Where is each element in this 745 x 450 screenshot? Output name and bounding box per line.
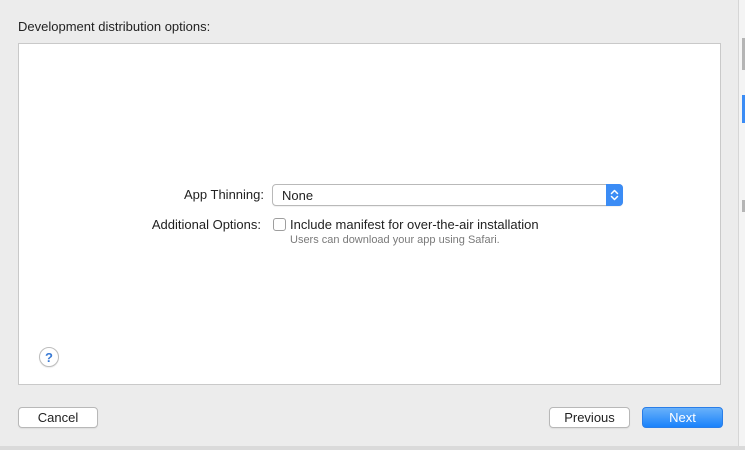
app-thinning-value: None <box>282 188 314 203</box>
question-mark-icon: ? <box>45 349 53 365</box>
manifest-checkbox-label[interactable]: Include manifest for over-the-air instal… <box>290 217 539 232</box>
additional-options-label: Additional Options: <box>151 217 261 232</box>
cancel-button[interactable]: Cancel <box>18 407 98 428</box>
help-button[interactable]: ? <box>39 347 59 367</box>
distribution-options-sheet: Development distribution options: App Th… <box>0 0 738 446</box>
next-button[interactable]: Next <box>642 407 723 428</box>
app-thinning-label: App Thinning: <box>184 187 264 202</box>
manifest-hint: Users can download your app using Safari… <box>290 234 500 246</box>
manifest-checkbox[interactable] <box>273 218 286 231</box>
background-window-strip <box>0 446 745 450</box>
background-window-edge <box>738 0 745 450</box>
popup-stepper-icon[interactable] <box>606 184 623 206</box>
options-panel: App Thinning: None Additional Options: I… <box>18 43 721 385</box>
previous-button[interactable]: Previous <box>549 407 630 428</box>
app-thinning-select[interactable]: None <box>272 184 623 206</box>
dialog-title: Development distribution options: <box>18 19 211 34</box>
